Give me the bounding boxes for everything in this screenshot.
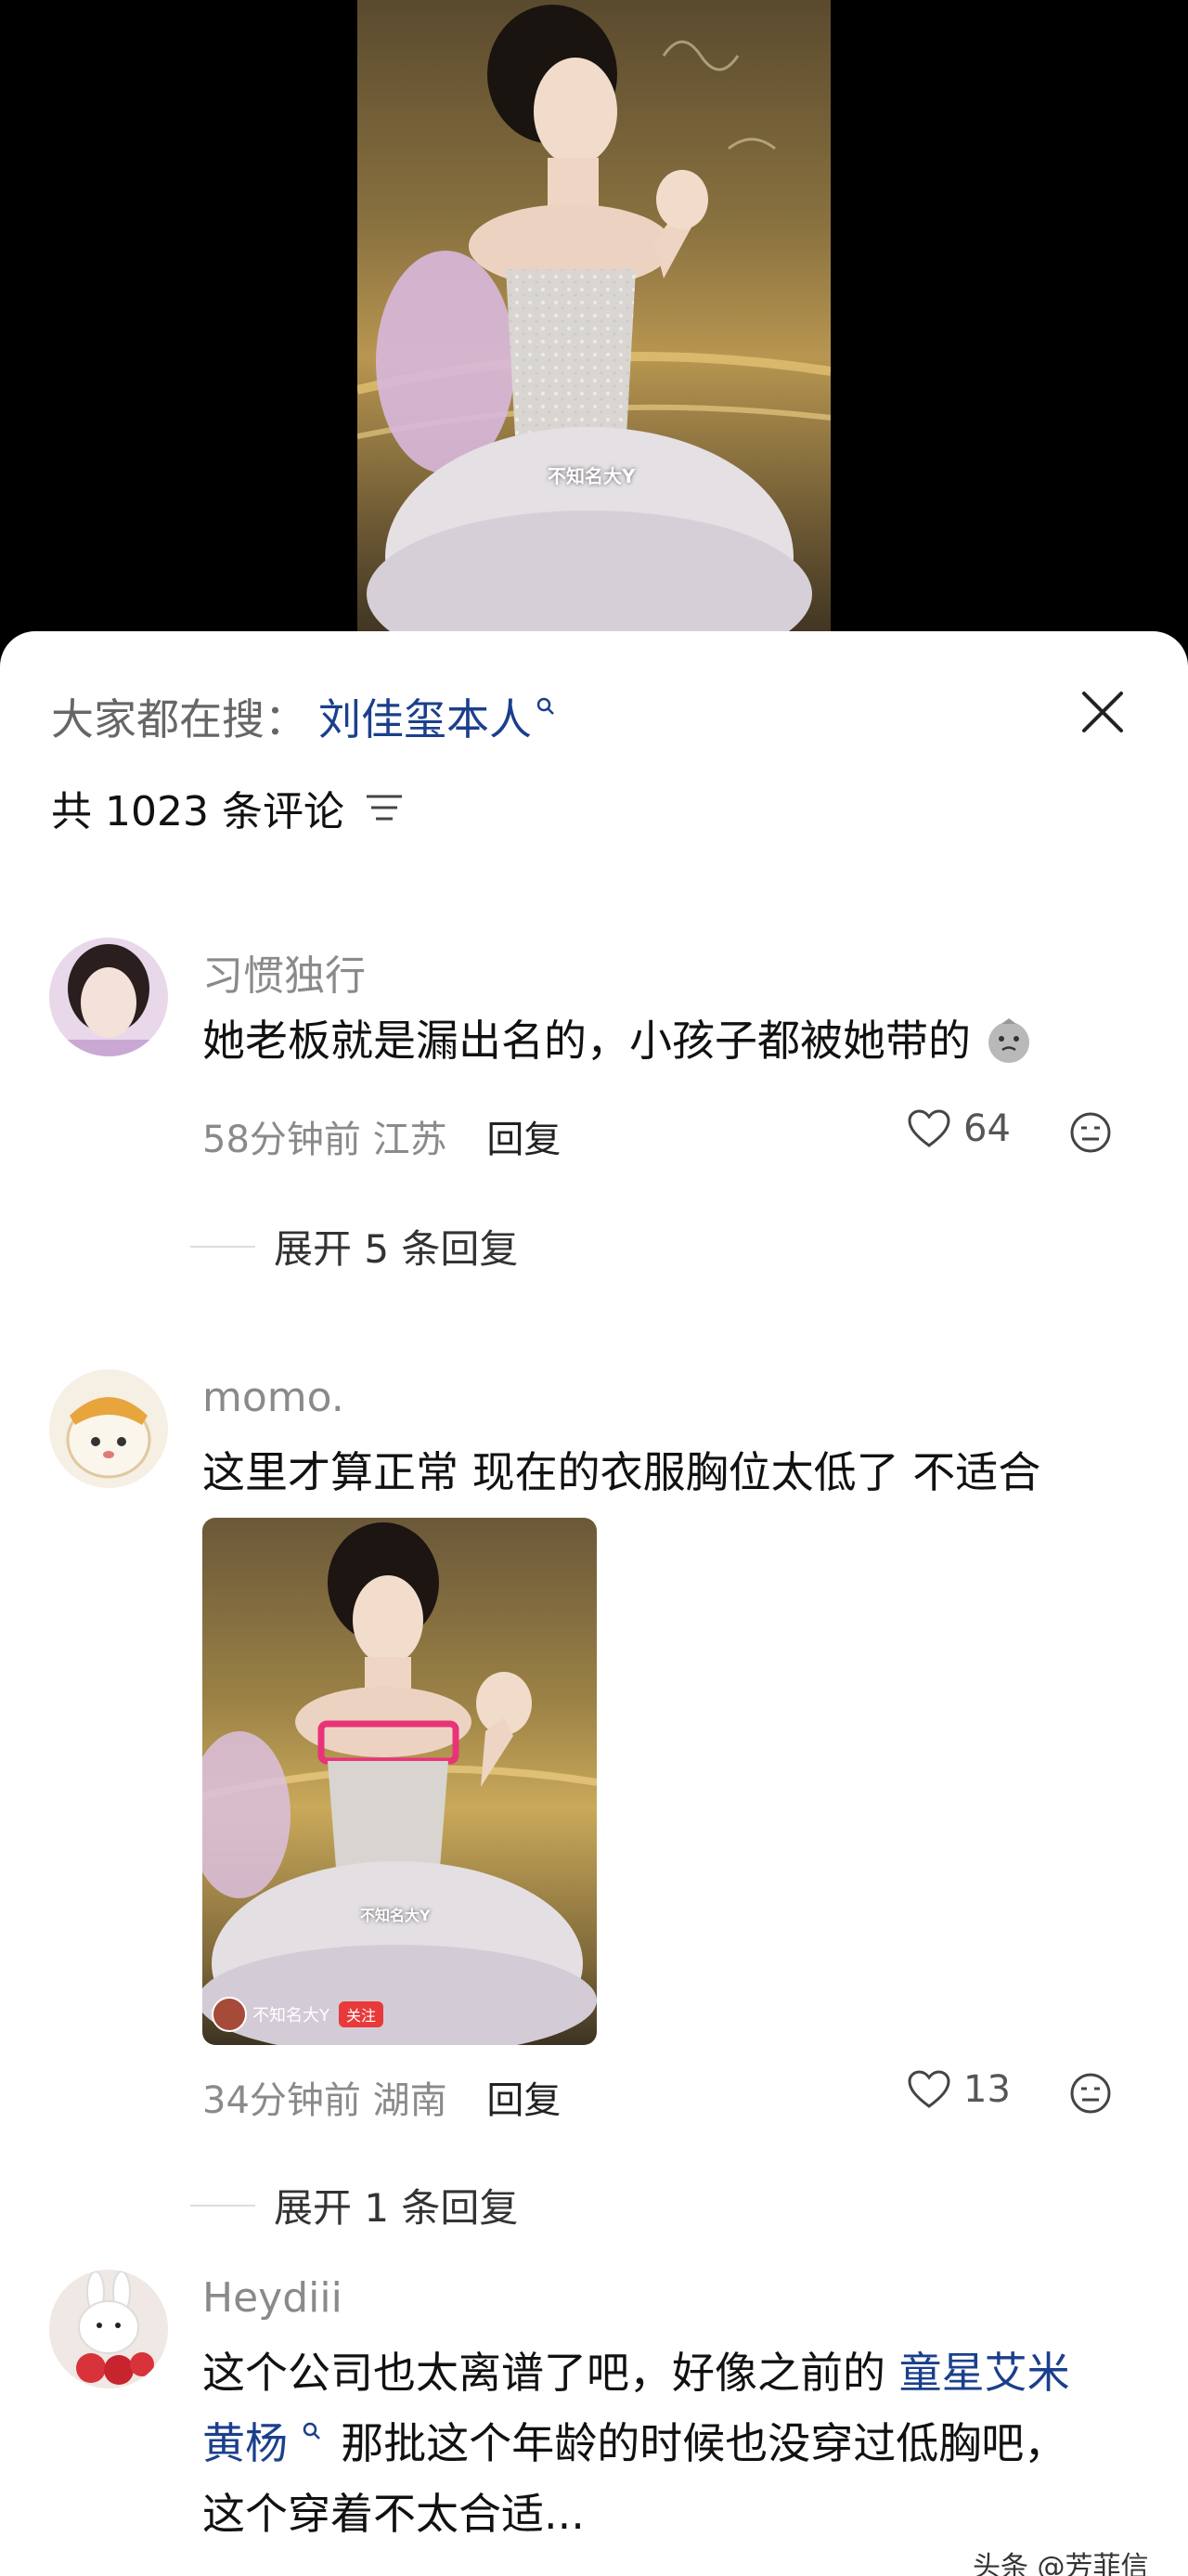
comment-time: 34分钟前 [202, 2079, 361, 2122]
comment-text-part: 那批这个年龄的时候也没穿过低胸吧， [341, 2418, 1067, 2468]
comment-time: 58分钟前 [202, 1119, 361, 1161]
avatar[interactable] [49, 938, 168, 1056]
video-player[interactable]: 不知名大Y [0, 0, 1188, 650]
expand-replies-button[interactable]: 展开 1 条回复 [190, 2177, 518, 2233]
like-count: 64 [963, 1107, 1011, 1150]
like-count: 13 [963, 2068, 1011, 2111]
image-author-avatar [212, 1997, 247, 2032]
comment-location: 湖南 [372, 2079, 447, 2122]
avatar[interactable] [49, 1369, 168, 1488]
emoji-reaction-icon[interactable] [1069, 1111, 1112, 1154]
search-link[interactable]: 黄杨 [202, 2418, 288, 2468]
emoji-reaction-icon[interactable] [1069, 2072, 1112, 2115]
comment-image[interactable]: 不知名大Y 不知名大Y 关注 [202, 1518, 597, 2045]
heart-icon [908, 1109, 950, 1147]
comment-photo-illustration [202, 1522, 597, 2045]
avatar-image [49, 2270, 168, 2388]
comment-text-line-2: 黄杨 那批这个年龄的时候也没穿过低胸吧， [202, 2408, 1066, 2479]
comment-meta: 34分钟前 湖南 回复 [202, 2070, 561, 2124]
like-button[interactable]: 64 [908, 1107, 1011, 1150]
filter-icon[interactable] [365, 792, 404, 823]
search-link[interactable]: 童星艾米 [899, 2348, 1070, 2398]
follow-button[interactable]: 关注 [339, 2001, 384, 2027]
image-author-bar: 不知名大Y 关注 [212, 1997, 384, 2032]
avatar-image [49, 938, 168, 1056]
divider-line [190, 1245, 255, 1248]
brand-watermark: 头条 @芳菲信 [973, 2551, 1149, 2576]
comment-count: 共 1023 条评论 [51, 788, 344, 835]
comment-location: 江苏 [372, 1119, 447, 1161]
reply-button[interactable]: 回复 [486, 1119, 561, 1161]
trending-search-term[interactable]: 刘佳玺本人 [318, 686, 532, 747]
video-frame: 不知名大Y [357, 0, 831, 650]
avatar[interactable] [49, 2270, 168, 2388]
comment-text: 她老板就是漏出名的，小孩子都被她带的 [202, 1005, 1033, 1076]
comment-text-content: 她老板就是漏出名的，小孩子都被她带的 [202, 1016, 971, 1066]
comment-text-line-3: 这个穿着不太合适... [202, 2489, 585, 2539]
comment-text-part: 这个公司也太离谱了吧，好像之前的 [202, 2348, 885, 2398]
close-icon[interactable] [1075, 684, 1130, 740]
comment-sheet: 大家都在搜： 刘佳玺本人 共 1023 条评论 习惯独行 她老板就是漏出名的，小… [0, 631, 1188, 2576]
comment-text: 这里才算正常 现在的衣服胸位太低了 不适合 [202, 1447, 1041, 1497]
sticker-emoji-icon [988, 1018, 1029, 1063]
heart-icon [908, 2070, 950, 2108]
expand-replies-button[interactable]: 展开 5 条回复 [190, 1218, 518, 1275]
comment-username[interactable]: momo. [202, 1374, 344, 1421]
search-icon [536, 697, 554, 715]
trending-search-prefix: 大家都在搜： [51, 694, 307, 744]
comment-meta: 58分钟前 江苏 回复 [202, 1109, 561, 1163]
trending-search-bar[interactable]: 大家都在搜： 刘佳玺本人 [51, 689, 556, 744]
video-photo-illustration [357, 5, 831, 650]
reply-button[interactable]: 回复 [486, 2079, 561, 2122]
divider-line [190, 2204, 255, 2207]
image-author-name: 不知名大Y [252, 2006, 329, 2026]
video-watermark: 不知名大Y [548, 465, 636, 487]
comment-count-row: 共 1023 条评论 [51, 780, 404, 835]
expand-replies-label: 展开 1 条回复 [274, 2185, 519, 2231]
image-watermark: 不知名大Y [360, 1907, 431, 1924]
comment-username[interactable]: 习惯独行 [202, 942, 366, 1002]
like-button[interactable]: 13 [908, 2068, 1011, 2111]
comment-username[interactable]: Heydiii [202, 2274, 342, 2322]
avatar-image [49, 1369, 168, 1488]
expand-replies-label: 展开 5 条回复 [274, 1226, 519, 1272]
search-icon [303, 2422, 320, 2440]
comment-text-line-1: 这个公司也太离谱了吧，好像之前的 童星艾米 [202, 2337, 1070, 2408]
